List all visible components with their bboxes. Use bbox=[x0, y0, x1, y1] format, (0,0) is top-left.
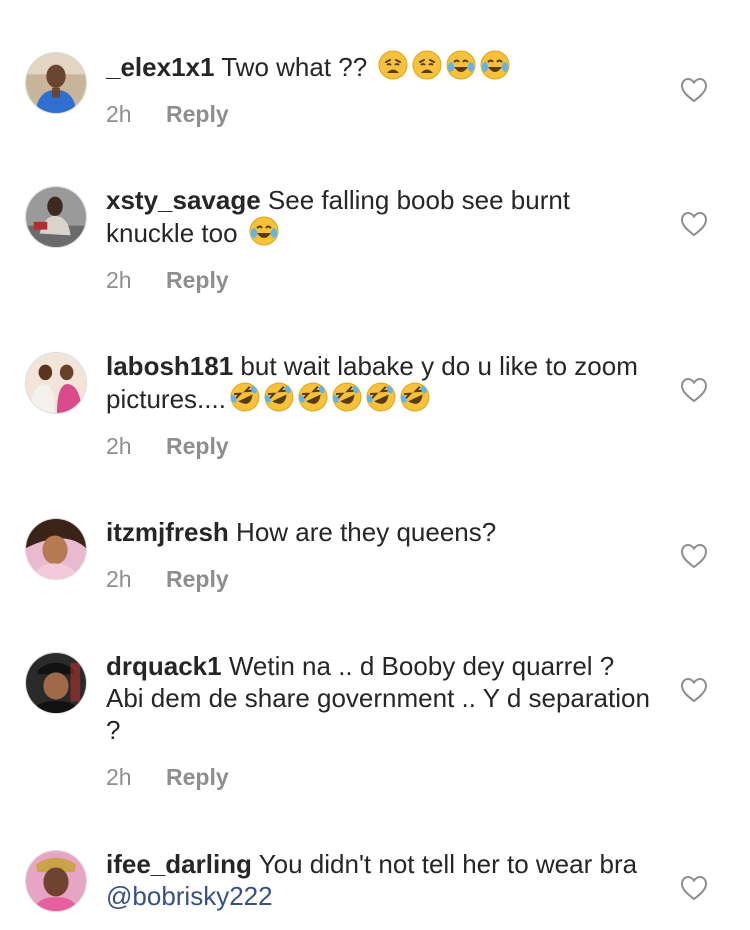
tears-of-joy-icon bbox=[480, 50, 510, 80]
tears-of-joy-icon bbox=[249, 216, 279, 246]
comment-text: _elex1x1 Two what ?? bbox=[106, 50, 651, 83]
heart-outline-icon[interactable] bbox=[680, 211, 708, 237]
comment-meta: 2h Reply bbox=[106, 100, 651, 128]
comment-time: 2h bbox=[106, 433, 132, 459]
comment-time: 2h bbox=[106, 764, 132, 790]
heart-outline-icon[interactable] bbox=[680, 77, 708, 103]
comment-meta: 2h Reply bbox=[106, 266, 651, 294]
reply-button[interactable]: Reply bbox=[166, 267, 229, 293]
heart-outline-icon[interactable] bbox=[680, 875, 708, 901]
rolling-on-floor-laughing-icon bbox=[230, 382, 260, 412]
rolling-on-floor-laughing-icon bbox=[366, 382, 396, 412]
comment-time: 2h bbox=[106, 267, 132, 293]
weary-face-icon bbox=[412, 50, 442, 80]
heart-outline-icon[interactable] bbox=[680, 543, 708, 569]
weary-face-icon bbox=[378, 50, 408, 80]
reply-button[interactable]: Reply bbox=[166, 764, 229, 790]
mention-link[interactable]: @bobrisky222 bbox=[106, 881, 273, 911]
comment-username[interactable]: xsty_savage bbox=[106, 185, 261, 215]
comment-meta: 2h Reply bbox=[106, 432, 651, 460]
comment-text: xsty_savage See falling boob see burnt k… bbox=[106, 184, 651, 249]
comment-meta: 2h Reply bbox=[106, 565, 651, 593]
rolling-on-floor-laughing-icon bbox=[332, 382, 362, 412]
rolling-on-floor-laughing-icon bbox=[264, 382, 294, 412]
comment-meta: 2h Reply bbox=[106, 763, 651, 791]
reply-button[interactable]: Reply bbox=[166, 566, 229, 592]
comment-body: Two what ?? bbox=[221, 52, 368, 82]
comment-body: You didn't not tell her to wear bra bbox=[258, 849, 638, 879]
avatar[interactable] bbox=[25, 518, 87, 580]
heart-outline-icon[interactable] bbox=[680, 677, 708, 703]
comment-text: labosh181 but wait labake y do u like to… bbox=[106, 350, 651, 415]
comment-username[interactable]: itzmjfresh bbox=[106, 517, 229, 547]
avatar[interactable] bbox=[25, 52, 87, 114]
avatar[interactable] bbox=[25, 652, 87, 714]
heart-outline-icon[interactable] bbox=[680, 377, 708, 403]
comment-text: itzmjfresh How are they queens? bbox=[106, 516, 651, 548]
avatar[interactable] bbox=[25, 352, 87, 414]
comment-text: drquack1 Wetin na .. d Booby dey quarrel… bbox=[106, 650, 651, 746]
tears-of-joy-icon bbox=[446, 50, 476, 80]
reply-button[interactable]: Reply bbox=[166, 433, 229, 459]
comment-time: 2h bbox=[106, 566, 132, 592]
comment-username[interactable]: labosh181 bbox=[106, 351, 233, 381]
comment-body: How are they queens? bbox=[236, 517, 497, 547]
comment-username[interactable]: _elex1x1 bbox=[106, 52, 214, 82]
reply-button[interactable]: Reply bbox=[166, 101, 229, 127]
comment-username[interactable]: drquack1 bbox=[106, 651, 222, 681]
rolling-on-floor-laughing-icon bbox=[400, 382, 430, 412]
avatar[interactable] bbox=[25, 850, 87, 912]
avatar[interactable] bbox=[25, 186, 87, 248]
comment-text: ifee_darling You didn't not tell her to … bbox=[106, 848, 651, 912]
comment-time: 2h bbox=[106, 101, 132, 127]
rolling-on-floor-laughing-icon bbox=[298, 382, 328, 412]
comment-username[interactable]: ifee_darling bbox=[106, 849, 252, 879]
